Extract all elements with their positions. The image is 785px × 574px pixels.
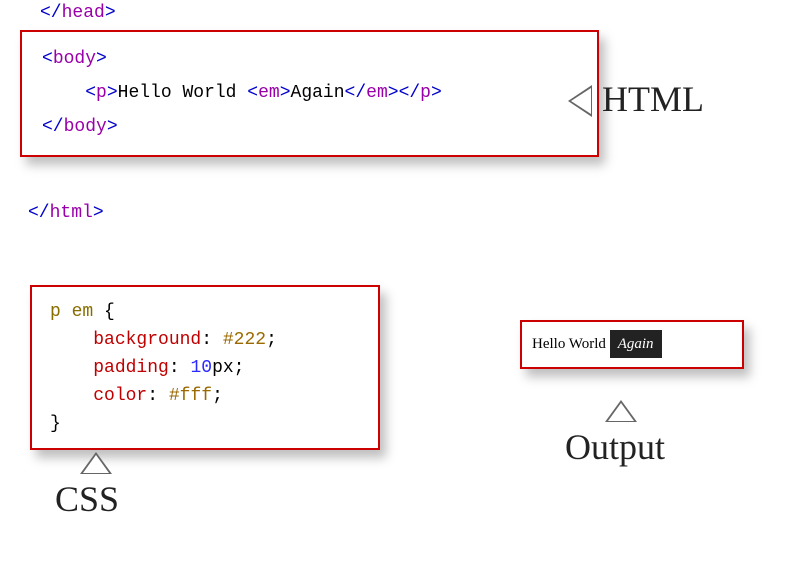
code-line-head-close: </head> [40, 0, 116, 30]
label-css: CSS [55, 478, 119, 520]
html-code-panel: <body> <p>Hello World <em>Again</em></p>… [20, 30, 599, 157]
label-html: HTML [602, 78, 704, 120]
code-line-html-close: </html> [28, 196, 104, 230]
css-line-padding: padding: 10px; [50, 355, 360, 383]
code-line-body-open: <body> [42, 42, 577, 76]
pointer-caret-css [80, 452, 112, 474]
pointer-caret-html [568, 85, 592, 117]
output-render: Hello World Again [522, 328, 742, 361]
output-text: Hello World [532, 336, 610, 352]
code-line-body-close: </body> [42, 110, 577, 144]
code-line-p: <p>Hello World <em>Again</em></p> [42, 76, 577, 110]
output-em: Again [610, 330, 662, 358]
pointer-caret-output [605, 400, 637, 422]
label-output: Output [565, 426, 665, 468]
output-panel: Hello World Again [520, 320, 744, 369]
css-line-close: } [50, 411, 360, 439]
css-line-background: background: #222; [50, 327, 360, 355]
css-line-selector: p em { [50, 299, 360, 327]
css-code-panel: p em { background: #222; padding: 10px; … [30, 285, 380, 450]
css-line-color: color: #fff; [50, 383, 360, 411]
